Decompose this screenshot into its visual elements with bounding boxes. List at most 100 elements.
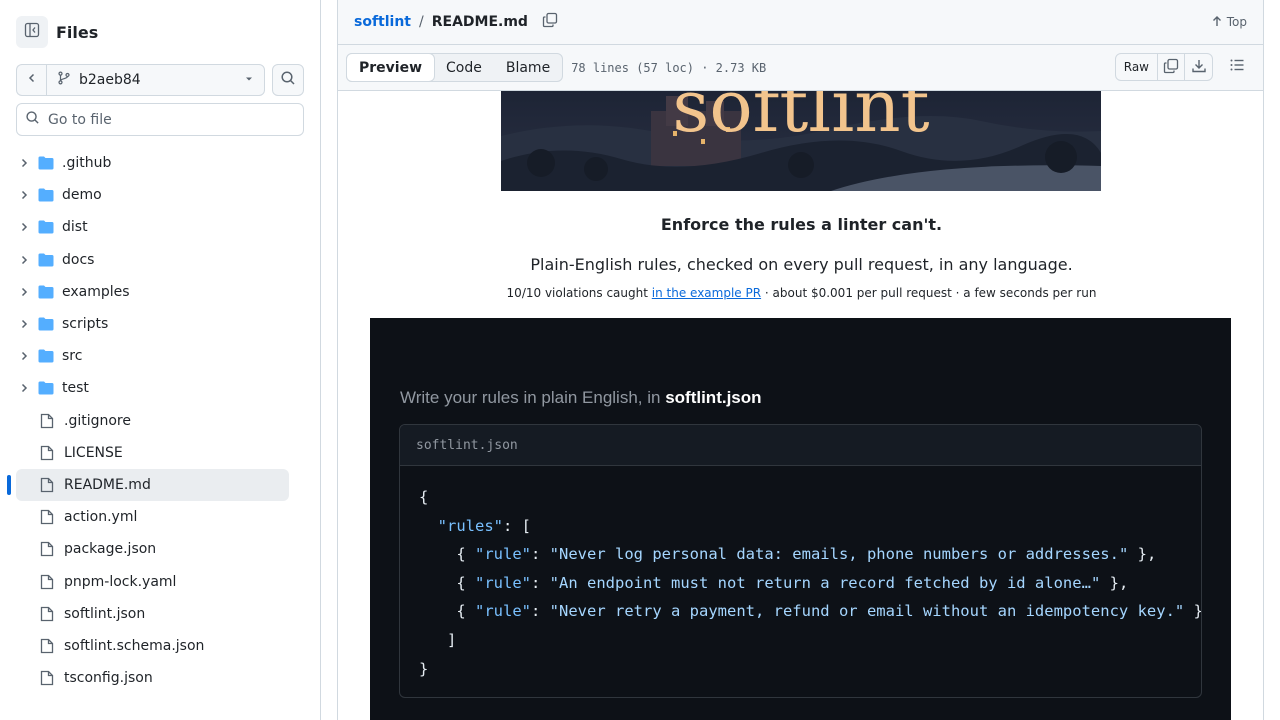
chevron-right-icon[interactable] xyxy=(16,157,32,169)
search-icon xyxy=(280,70,296,90)
tree-folder[interactable]: docs xyxy=(16,244,289,276)
example-pr-link[interactable]: in the example PR xyxy=(652,286,761,300)
file-icon xyxy=(40,477,56,493)
search-icon xyxy=(25,110,40,129)
copy-icon xyxy=(1163,58,1179,77)
tree-file[interactable]: softlint.schema.json xyxy=(16,630,289,662)
tree-file[interactable]: LICENSE xyxy=(16,437,289,469)
folder-icon xyxy=(38,317,54,331)
tree-file[interactable]: softlint.json xyxy=(16,598,289,630)
branch-name: b2aeb84 xyxy=(79,72,141,88)
sidebar-header: Files xyxy=(16,16,98,48)
chevron-right-icon[interactable] xyxy=(16,254,32,266)
tree-folder[interactable]: examples xyxy=(16,276,289,308)
demo-caption: Write your rules in plain English, in so… xyxy=(400,388,762,408)
view-mode-tabs: Preview Code Blame xyxy=(346,53,564,82)
tree-file-label: pnpm-lock.yaml xyxy=(64,573,177,590)
copy-raw-button[interactable] xyxy=(1158,54,1185,80)
tree-file[interactable]: .gitignore xyxy=(16,405,289,437)
readme-stats: 10/10 violations caught in the example P… xyxy=(338,286,1263,300)
chevron-right-icon[interactable] xyxy=(16,350,32,362)
search-files-button[interactable] xyxy=(272,64,304,96)
readme-tagline: Enforce the rules a linter can't. xyxy=(660,215,943,234)
download-icon xyxy=(1191,58,1207,77)
tree-folder-label: examples xyxy=(62,283,130,300)
demo-image: Write your rules in plain English, in so… xyxy=(370,318,1231,720)
tree-file-label: package.json xyxy=(64,541,157,558)
chevron-right-icon[interactable] xyxy=(16,189,32,201)
code-line: { "rule": "Never retry a payment, refund… xyxy=(419,602,1202,621)
tree-file-label: tsconfig.json xyxy=(64,670,153,687)
tab-code[interactable]: Code xyxy=(434,54,494,81)
readme-preview: softlint Enforce the rules a linter can'… xyxy=(337,91,1264,720)
stats-prefix: 10/10 violations caught xyxy=(506,286,652,300)
tree-folder[interactable]: src xyxy=(16,340,289,372)
tree-file-label: softlint.json xyxy=(64,605,146,622)
folder-icon xyxy=(38,285,54,299)
file-icon xyxy=(40,413,56,429)
tree-folder-label: dist xyxy=(62,219,88,236)
tree-folder[interactable]: demo xyxy=(16,179,289,211)
main-panel: softlint / README.md Top Preview Code Bl… xyxy=(321,0,1280,720)
sidebar-title: Files xyxy=(56,22,99,42)
raw-button[interactable]: Raw xyxy=(1116,54,1158,80)
rule-text: An endpoint must not return a record fet… xyxy=(559,573,1091,592)
code-line: } xyxy=(419,659,429,678)
tree-folder-label: demo xyxy=(62,187,102,204)
code-line: "rules": [ xyxy=(437,516,531,535)
tree-file[interactable]: README.md xyxy=(7,468,289,502)
go-to-file-input[interactable] xyxy=(48,111,288,128)
tree-folder-label: .github xyxy=(62,155,112,172)
branch-selector[interactable]: b2aeb84 xyxy=(46,64,265,96)
top-label: Top xyxy=(1226,15,1247,29)
code-line: { "rule": "An endpoint must not return a… xyxy=(419,573,1129,592)
tree-file[interactable]: pnpm-lock.yaml xyxy=(16,565,289,597)
branch-row: b2aeb84 xyxy=(16,64,304,96)
tree-folder-label: scripts xyxy=(62,316,109,333)
tree-file[interactable]: package.json xyxy=(16,533,289,565)
sidebar-collapse-icon xyxy=(24,22,40,42)
file-tree: .github demo dist docs examples scripts src tes… xyxy=(7,147,289,694)
chevron-right-icon[interactable] xyxy=(16,318,32,330)
breadcrumb-separator: / xyxy=(419,14,424,30)
chevron-right-icon[interactable] xyxy=(16,286,32,298)
tree-folder[interactable]: dist xyxy=(16,211,289,243)
folder-icon xyxy=(38,188,54,202)
chevron-right-icon[interactable] xyxy=(16,382,32,394)
tree-folder[interactable]: scripts xyxy=(16,308,289,340)
tree-file-label: action.yml xyxy=(64,509,138,526)
file-actions: Raw xyxy=(1114,53,1251,81)
copy-path-button[interactable] xyxy=(542,12,558,32)
top-button[interactable]: Top xyxy=(1211,0,1247,44)
tab-blame[interactable]: Blame xyxy=(494,54,562,81)
back-button[interactable] xyxy=(16,64,46,96)
tab-preview[interactable]: Preview xyxy=(346,53,436,82)
outline-button[interactable] xyxy=(1223,53,1251,81)
file-icon xyxy=(40,670,56,686)
git-branch-icon xyxy=(57,71,71,89)
tree-folder[interactable]: .github xyxy=(16,147,289,179)
code-line: { "rule": "Never log personal data: emai… xyxy=(419,545,1157,564)
active-indicator xyxy=(7,474,11,495)
tree-file[interactable]: action.yml xyxy=(16,501,289,533)
file-meta: 78 lines (57 loc) · 2.73 KB xyxy=(571,60,767,75)
tree-file[interactable]: tsconfig.json xyxy=(16,662,289,694)
copy-icon xyxy=(542,12,558,32)
chevron-right-icon[interactable] xyxy=(16,221,32,233)
code-line: ] xyxy=(419,630,457,649)
code-line: { xyxy=(419,488,429,506)
go-to-file-field[interactable] xyxy=(16,103,304,136)
collapse-sidebar-button[interactable] xyxy=(16,16,48,48)
tree-file-label: softlint.schema.json xyxy=(64,637,205,654)
breadcrumb-repo-link[interactable]: softlint xyxy=(354,14,411,30)
file-toolbar: Preview Code Blame 78 lines (57 loc) · 2… xyxy=(337,44,1264,91)
tree-folder[interactable]: test xyxy=(16,372,289,404)
file-icon xyxy=(40,509,56,525)
download-button[interactable] xyxy=(1185,54,1212,80)
rule-text: Never retry a payment, refund or email w… xyxy=(559,602,1175,621)
tree-file-label: README.md xyxy=(64,476,151,493)
code-body: { "rules": [ { "rule": "Never log person… xyxy=(400,466,1201,683)
file-icon xyxy=(40,606,56,622)
code-filename: softlint.json xyxy=(400,425,1201,466)
caret-down-icon xyxy=(244,72,254,88)
